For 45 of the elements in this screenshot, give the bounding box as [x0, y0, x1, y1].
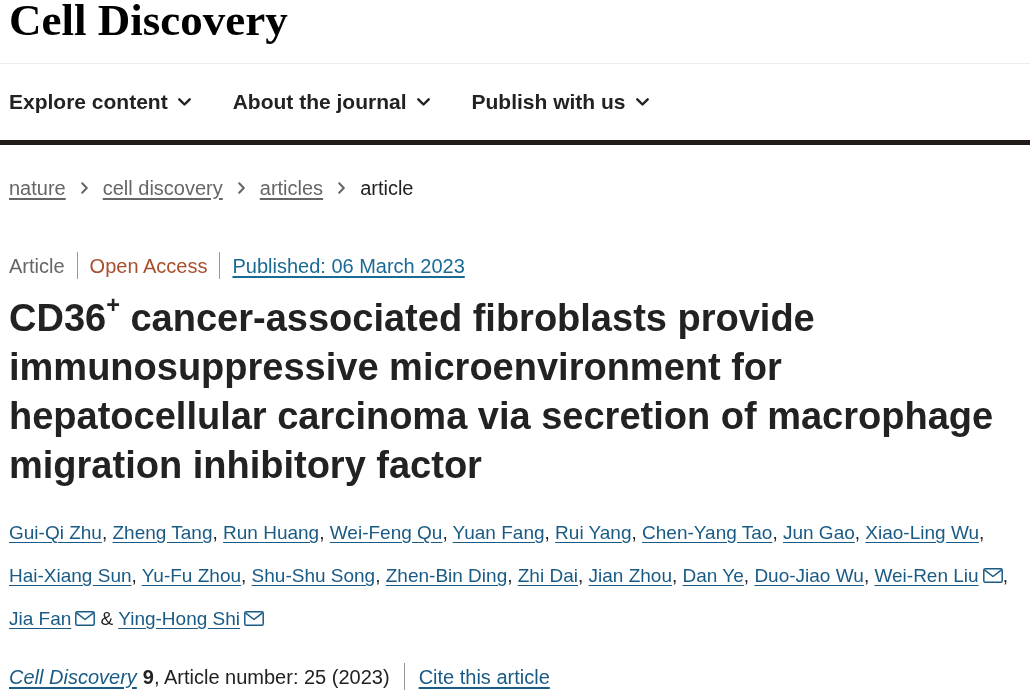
author-link[interactable]: Shu-Shu Song: [251, 565, 376, 586]
chevron-down-icon: [416, 98, 430, 106]
envelope-icon[interactable]: [75, 611, 96, 626]
breadcrumb-link[interactable]: articles: [259, 176, 324, 200]
breadcrumb-current: article: [360, 176, 414, 200]
author-list: Gui-Qi Zhu, Zheng Tang, Run Huang, Wei-Feng Qu, Yuan Fang, Rui Yang, Chen-Yang Tao, Jun Gao, Xiao-Ling Wu, Hai-Xiang Sun, Yu-Fu Zhou, Shu-Shu Song, Zhen-Bin Ding, Zhi Dai, Jian Zhou, Dan Ye, Duo-Jiao Wu, Wei-Ren Liu , Jia Fan & Ying-Hong Shi: [9, 511, 1021, 640]
journal-logo[interactable]: Cell Discovery: [9, 0, 288, 43]
nav-menu-button[interactable]: About the journal: [232, 89, 430, 115]
author-link[interactable]: Gui-Qi Zhu: [9, 522, 102, 543]
author-link[interactable]: Ying-Hong Shi: [118, 608, 240, 629]
author-link[interactable]: Rui Yang: [555, 522, 632, 543]
published-date-link[interactable]: Published: 06 March 2023: [232, 253, 465, 278]
author-link[interactable]: Yuan Fang: [452, 522, 545, 543]
author-link[interactable]: Wei-Ren Liu: [874, 565, 979, 586]
envelope-icon[interactable]: [982, 568, 1003, 583]
nav-menu-button[interactable]: Publish with us: [471, 89, 649, 115]
journal-link[interactable]: Cell Discovery: [9, 665, 137, 688]
breadcrumb-link[interactable]: cell discovery: [102, 176, 223, 200]
author-link[interactable]: Jian Zhou: [588, 565, 672, 586]
chevron-right-icon: [338, 182, 346, 194]
open-access-label: Open Access: [89, 253, 208, 278]
author-link[interactable]: Wei-Feng Qu: [329, 522, 443, 543]
cite-article-link[interactable]: Cite this article: [418, 664, 550, 689]
chevron-right-icon: [80, 182, 88, 194]
author-link[interactable]: Zhen-Bin Ding: [385, 565, 508, 586]
author-link[interactable]: Hai-Xiang Sun: [9, 565, 132, 586]
author-link[interactable]: Yu-Fu Zhou: [141, 565, 242, 586]
author-link[interactable]: Dan Ye: [682, 565, 744, 586]
chevron-right-icon: [237, 182, 245, 194]
article-type: Article: [9, 253, 65, 278]
author-link[interactable]: Zheng Tang: [112, 522, 213, 543]
envelope-icon[interactable]: [244, 611, 264, 626]
citation-text: Cell Discovery 9, Article number: 25 (2023): [9, 664, 390, 689]
chevron-down-icon: [635, 98, 649, 106]
author-link[interactable]: Run Huang: [223, 522, 320, 543]
author-link[interactable]: Xiao-Ling Wu: [865, 522, 980, 543]
breadcrumb-link[interactable]: nature: [9, 176, 66, 200]
author-link[interactable]: Jia Fan: [9, 608, 72, 629]
author-link[interactable]: Zhi Dai: [517, 565, 578, 586]
author-link[interactable]: Chen-Yang Tao: [642, 522, 773, 543]
nav-menu-button[interactable]: Explore content: [9, 89, 191, 115]
author-link[interactable]: Duo-Jiao Wu: [754, 565, 864, 586]
chevron-down-icon: [177, 98, 191, 106]
author-link[interactable]: Jun Gao: [782, 522, 855, 543]
article-title: CD36$^{+}$ cancer-associated fibroblasts provide immunosuppressive microenvironment for hepatocellular carcinoma via secretion of macrophage migration inhibitory factor: [9, 294, 995, 488]
